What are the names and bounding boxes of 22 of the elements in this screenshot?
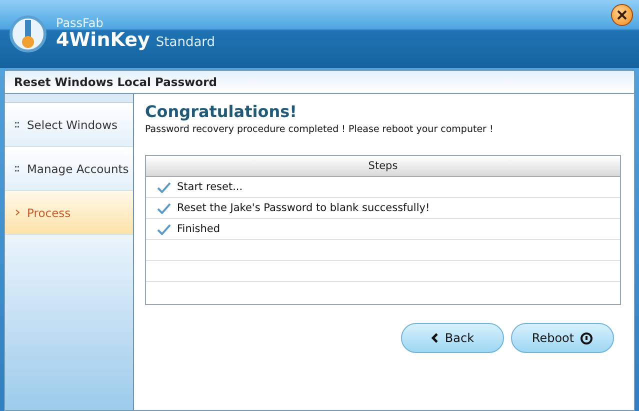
panel-title: Reset Windows Local Password [5, 71, 634, 94]
product-name: 4WinKey [56, 30, 150, 52]
step-text: Start reset... [177, 181, 243, 193]
success-heading: Congratulations! [145, 102, 298, 121]
power-icon [580, 332, 594, 344]
step-text: Reset the Jake's Password to blank successfully! [177, 202, 430, 214]
chevron-right-icon [15, 209, 20, 216]
sidebar-item[interactable]: Process [5, 191, 133, 235]
edition-label: Standard [156, 36, 216, 50]
key-logo-icon [8, 14, 48, 54]
dots-icon [15, 166, 19, 172]
column-header: Steps [146, 156, 620, 177]
sidebar-item[interactable]: Manage Accounts [5, 147, 133, 191]
brand-name: PassFab [56, 16, 104, 30]
back-button[interactable]: Back [401, 323, 504, 353]
close-button[interactable] [611, 4, 633, 26]
step-text: Finished [177, 223, 220, 235]
close-icon [617, 10, 627, 20]
chevron-left-icon [430, 333, 439, 343]
completion-message: Password recovery procedure completed ! Please reboot your computer ! [145, 124, 494, 135]
dots-icon [15, 122, 19, 128]
reboot-button[interactable]: Reboot [511, 323, 614, 353]
